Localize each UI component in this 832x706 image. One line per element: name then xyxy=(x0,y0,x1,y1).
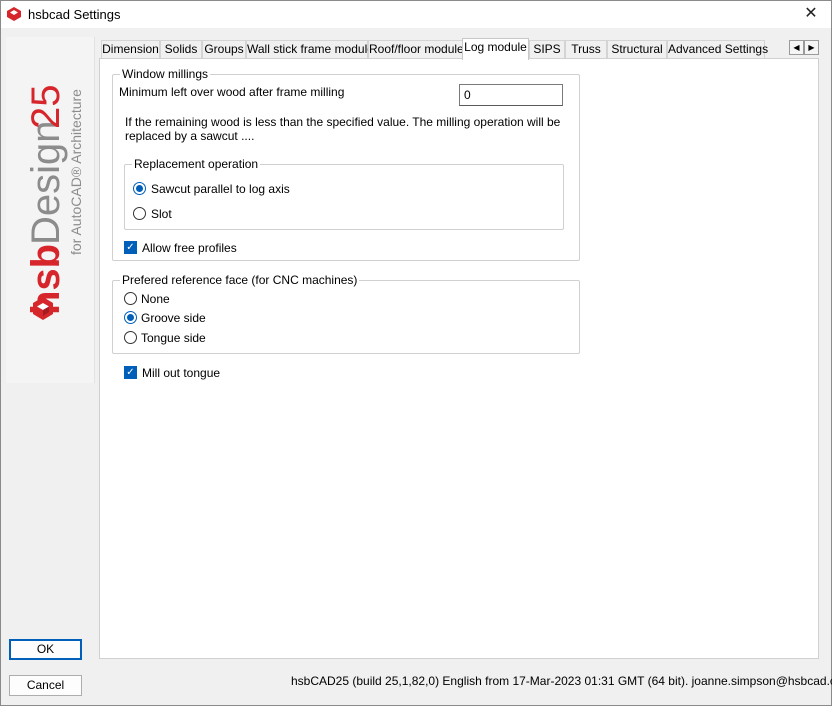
tab-groups[interactable]: Groups xyxy=(202,40,246,59)
chevron-left-icon: ◀ xyxy=(793,43,800,52)
brand-version: 25 xyxy=(24,85,68,130)
close-button[interactable]: ✕ xyxy=(791,1,831,28)
groove-side-radio[interactable] xyxy=(124,311,137,324)
title-bar[interactable]: hsbcad Settings ✕ xyxy=(1,1,831,28)
window-millings-group: Window millings Minimum left over wood a… xyxy=(112,67,580,261)
tab-dimension[interactable]: Dimension xyxy=(101,40,160,59)
none-label[interactable]: None xyxy=(141,292,170,306)
allow-free-profiles-label[interactable]: Allow free profiles xyxy=(142,241,237,255)
tongue-side-radio[interactable] xyxy=(124,331,137,344)
mill-out-tongue-checkbox[interactable]: ✓ xyxy=(124,366,137,379)
groove-side-label[interactable]: Groove side xyxy=(141,311,206,325)
replacement-operation-title: Replacement operation xyxy=(132,157,261,171)
settings-window: hsbcad Settings ✕ hsb Design 25 for Auto… xyxy=(0,0,832,706)
chevron-right-icon: ▶ xyxy=(808,43,815,52)
window-title: hsbcad Settings xyxy=(28,7,121,22)
tab-roof-floor-module[interactable]: Roof/floor module xyxy=(368,40,464,59)
min-leftover-label: Minimum left over wood after frame milli… xyxy=(119,85,345,99)
reference-face-title: Prefered reference face (for CNC machine… xyxy=(120,273,360,287)
hsbdesign-logo: hsb Design 25 for AutoCAD® Architecture xyxy=(24,85,84,320)
brand-design: Design xyxy=(24,120,68,245)
window-millings-title: Window millings xyxy=(120,67,211,81)
tab-truss[interactable]: Truss xyxy=(565,40,607,59)
milling-info-text: If the remaining wood is less than the s… xyxy=(125,115,561,143)
hsbcad-app-icon xyxy=(7,7,21,21)
tab-advanced-settings[interactable]: Advanced Settings xyxy=(667,40,768,59)
mill-out-tongue-label[interactable]: Mill out tongue xyxy=(142,366,220,380)
slot-radio[interactable] xyxy=(133,207,146,220)
tongue-side-label[interactable]: Tongue side xyxy=(141,331,206,345)
none-radio[interactable] xyxy=(124,292,137,305)
reference-face-group: Prefered reference face (for CNC machine… xyxy=(112,273,580,354)
tab-sips[interactable]: SIPS xyxy=(529,40,565,59)
cancel-button[interactable]: Cancel xyxy=(9,675,82,696)
allow-free-profiles-checkbox[interactable]: ✓ xyxy=(124,241,137,254)
tab-scroll-right-button[interactable]: ▶ xyxy=(804,40,819,55)
tab-structural[interactable]: Structural xyxy=(607,40,667,59)
check-icon: ✓ xyxy=(126,242,135,253)
log-module-panel: Window millings Minimum left over wood a… xyxy=(99,58,819,659)
brand-sidebar: hsb Design 25 for AutoCAD® Architecture xyxy=(6,37,95,383)
close-icon: ✕ xyxy=(804,5,818,22)
tab-log-module[interactable]: Log module xyxy=(462,38,529,60)
brand-tagline: for AutoCAD® Architecture xyxy=(68,89,84,255)
check-icon: ✓ xyxy=(126,367,135,378)
sawcut-parallel-radio[interactable] xyxy=(133,182,146,195)
tab-solids[interactable]: Solids xyxy=(160,40,202,59)
min-leftover-input[interactable]: 0 xyxy=(459,84,563,106)
sawcut-parallel-label[interactable]: Sawcut parallel to log axis xyxy=(151,182,290,196)
tab-wall-stick-frame-module[interactable]: Wall stick frame module xyxy=(246,40,374,59)
tab-strip: Dimension Solids Groups Wall stick frame… xyxy=(101,38,821,60)
slot-label[interactable]: Slot xyxy=(151,207,172,221)
tab-scroll-left-button[interactable]: ◀ xyxy=(789,40,804,55)
replacement-operation-group: Replacement operation Sawcut parallel to… xyxy=(124,157,564,230)
status-text: hsbCAD25 (build 25,1,82,0) English from … xyxy=(291,674,832,688)
ok-button[interactable]: OK xyxy=(9,639,82,660)
